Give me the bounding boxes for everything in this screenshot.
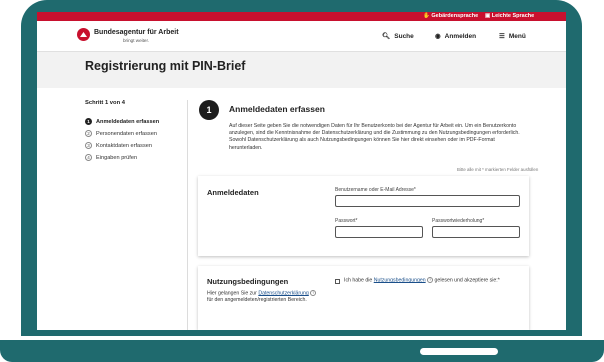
hamburger-icon: ☰ bbox=[499, 33, 505, 40]
section-title: Anmeldedaten erfassen bbox=[229, 104, 325, 114]
password-repeat-label: Passwortwiederholung* bbox=[432, 218, 485, 224]
terms-text-prefix: Ich habe die bbox=[344, 277, 373, 284]
privacy-text-suffix: für den angemeldeten/registrierten Berei… bbox=[207, 297, 307, 304]
step-number: 1 bbox=[85, 118, 92, 125]
required-hint: Bitte alle mit * markierten Felder ausfü… bbox=[457, 167, 539, 172]
card-title: Nutzungsbedingungen bbox=[207, 277, 289, 286]
menu-label: Menü bbox=[508, 32, 526, 40]
logo-icon[interactable] bbox=[77, 28, 90, 41]
username-input[interactable] bbox=[335, 195, 520, 207]
help-icon[interactable]: ? bbox=[310, 290, 317, 296]
privacy-text-prefix: Hier gelangen Sie zur bbox=[207, 290, 257, 297]
search-button[interactable]: 🔍︎ Suche bbox=[382, 32, 414, 41]
username-label: Benutzername oder E-Mail Adresse* bbox=[335, 187, 416, 193]
step-counter: Schritt 1 von 4 bbox=[85, 100, 125, 106]
device-base bbox=[0, 340, 604, 362]
login-label: Anmelden bbox=[444, 32, 477, 40]
step-number: 3 bbox=[85, 142, 92, 149]
page-title: Registrierung mit PIN-Brief bbox=[85, 59, 246, 73]
step-item-1[interactable]: 1 Anmeldedaten erfassen bbox=[85, 118, 159, 125]
search-label: Suche bbox=[394, 32, 414, 40]
password-repeat-input[interactable] bbox=[432, 226, 520, 238]
login-data-card: Anmeldedaten Benutzername oder E-Mail Ad… bbox=[198, 176, 529, 256]
brand-tagline: bringt weiter. bbox=[123, 38, 150, 43]
sign-language-link[interactable]: ✋ Gebärdensprache bbox=[423, 13, 478, 19]
brand-name[interactable]: Bundesagentur für Arbeit bbox=[94, 29, 179, 36]
login-button[interactable]: ◉ Anmelden bbox=[435, 32, 477, 41]
terms-text-suffix: gelesen und akzeptiere sie:* bbox=[434, 277, 500, 284]
terms-checkbox-label: Ich habe die Nutzungsbedingungen ? geles… bbox=[344, 277, 524, 284]
screen: ✋ Gebärdensprache ▣ Leichte Sprache Bund… bbox=[37, 12, 566, 330]
step-number: 4 bbox=[85, 154, 92, 161]
card-title: Anmeldedaten bbox=[207, 188, 259, 197]
terms-checkbox[interactable] bbox=[335, 279, 340, 284]
easy-language-link[interactable]: ▣ Leichte Sprache bbox=[485, 13, 534, 19]
password-label: Passwort* bbox=[335, 218, 358, 224]
step-item-4: 4 Eingaben prüfen bbox=[85, 154, 137, 161]
search-icon: 🔍︎ bbox=[382, 33, 391, 40]
sign-language-label: Gebärdensprache bbox=[431, 13, 479, 19]
step-item-2: 2 Personendaten erfassen bbox=[85, 130, 157, 137]
step-label: Kontaktdaten erfassen bbox=[96, 142, 152, 149]
help-icon[interactable]: ? bbox=[427, 277, 434, 283]
step-label: Eingaben prüfen bbox=[96, 154, 138, 161]
menu-button[interactable]: ☰ Menü bbox=[499, 32, 526, 41]
step-label: Personendaten erfassen bbox=[96, 130, 157, 137]
header: Bundesagentur für Arbeit bringt weiter. … bbox=[37, 21, 566, 52]
top-utility-bar: ✋ Gebärdensprache ▣ Leichte Sprache bbox=[37, 12, 566, 21]
section-number-badge: 1 bbox=[199, 100, 219, 120]
step-label: Anmeldedaten erfassen bbox=[96, 118, 160, 125]
privacy-text: Hier gelangen Sie zur Datenschutzerkläru… bbox=[207, 290, 317, 304]
privacy-link[interactable]: Datenschutzerklärung bbox=[258, 290, 308, 296]
easy-language-label: Leichte Sprache bbox=[491, 13, 535, 19]
step-number: 2 bbox=[85, 130, 92, 137]
terms-card: Nutzungsbedingungen Hier gelangen Sie zu… bbox=[198, 266, 529, 330]
step-item-3: 3 Kontaktdaten erfassen bbox=[85, 142, 152, 149]
terms-link[interactable]: Nutzungsbedingungen bbox=[374, 277, 426, 283]
section-intro: Auf dieser Seite geben Sie die notwendig… bbox=[229, 123, 520, 151]
password-input[interactable] bbox=[335, 226, 423, 238]
divider bbox=[187, 100, 188, 330]
user-icon: ◉ bbox=[435, 33, 441, 40]
device-slot bbox=[420, 348, 498, 355]
